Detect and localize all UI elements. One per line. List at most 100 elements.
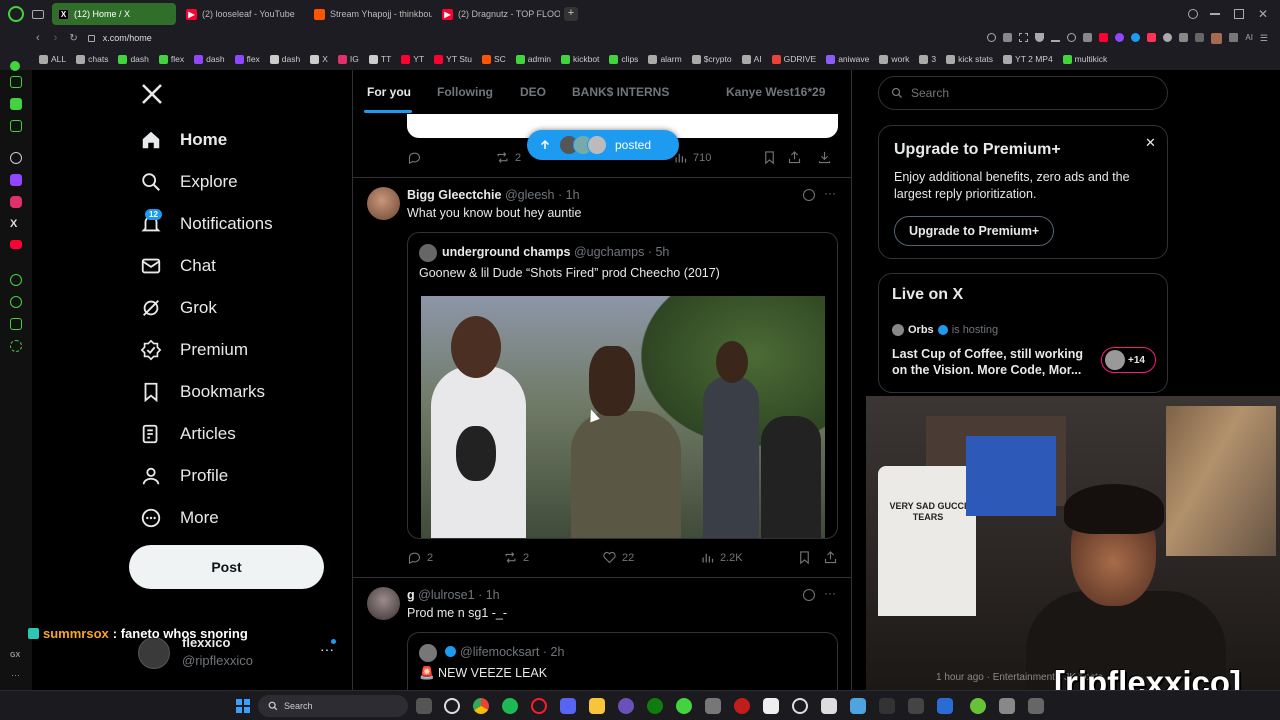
search-tabs-icon[interactable]: [1187, 9, 1198, 19]
bookmark-button[interactable]: [797, 550, 812, 565]
grok-action-icon[interactable]: [803, 189, 815, 201]
nav-chat[interactable]: Chat: [140, 255, 216, 277]
download-button[interactable]: [817, 150, 832, 165]
app-icon-green-2[interactable]: [970, 698, 986, 714]
bookmark-item[interactable]: YT Stu: [429, 54, 477, 64]
author-name[interactable]: Bigg Gleectchie: [407, 188, 501, 202]
bookmark-item[interactable]: flex: [230, 54, 265, 64]
heart-icon[interactable]: [1067, 32, 1077, 42]
search-box[interactable]: [878, 76, 1168, 110]
tab-16-29[interactable]: 16*29: [794, 85, 825, 99]
audio-icon[interactable]: [879, 698, 895, 714]
bookmark-item[interactable]: dash: [113, 54, 153, 64]
nav-articles[interactable]: Articles: [140, 423, 236, 445]
bookmark-item[interactable]: dash: [189, 54, 229, 64]
back-icon[interactable]: ‹: [36, 32, 40, 44]
share-button[interactable]: [787, 150, 802, 165]
author-name[interactable]: g: [407, 588, 415, 602]
opera-taskbar-icon[interactable]: [531, 698, 547, 714]
pin-icon[interactable]: [1003, 32, 1013, 42]
app-icon-gray-3[interactable]: [1028, 698, 1044, 714]
notepad-icon[interactable]: [850, 698, 866, 714]
ext-icon-3[interactable]: [1115, 32, 1125, 42]
task-view-icon[interactable]: [416, 698, 432, 714]
app-icon-gray-2[interactable]: [999, 698, 1015, 714]
nav-grok[interactable]: Grok: [140, 297, 217, 319]
spotify-icon[interactable]: [502, 698, 518, 714]
shield-icon[interactable]: [1035, 32, 1045, 42]
ext-icon-8[interactable]: [1195, 32, 1205, 42]
bookmark-item[interactable]: alarm: [643, 54, 686, 64]
bookmark-item[interactable]: chats: [71, 54, 113, 64]
app-icon-green[interactable]: [676, 698, 692, 714]
app-icon-white[interactable]: [821, 698, 837, 714]
reply-button[interactable]: 2: [407, 550, 433, 565]
nav-profile[interactable]: Profile: [140, 465, 228, 487]
app-icon-gray[interactable]: [705, 698, 721, 714]
bookmark-item[interactable]: X: [305, 54, 333, 64]
post-button[interactable]: Post: [129, 545, 324, 589]
bookmark-item[interactable]: dash: [265, 54, 305, 64]
app-icon-blue[interactable]: [937, 698, 953, 714]
live-host-row[interactable]: Orbs is hosting: [892, 324, 998, 336]
nav-premium[interactable]: Premium: [140, 339, 248, 361]
screenshot-icon[interactable]: [1019, 32, 1029, 42]
more-options-icon[interactable]: ···: [824, 186, 836, 200]
live-description[interactable]: Last Cup of Coffee, still working on the…: [892, 346, 1088, 378]
ext-icon-2[interactable]: [1099, 32, 1109, 42]
file-explorer-icon[interactable]: [589, 698, 605, 714]
avatar[interactable]: [367, 587, 400, 620]
youtube-icon[interactable]: [10, 240, 22, 249]
tab-banks-interns[interactable]: BANK$ INTERNS: [572, 85, 669, 99]
account-switcher[interactable]: flexxico @ripflexxico ···: [138, 635, 338, 675]
instagram-icon[interactable]: [10, 196, 22, 208]
x-logo-icon[interactable]: [140, 82, 164, 106]
forward-icon[interactable]: ›: [54, 32, 58, 44]
history-icon[interactable]: [10, 296, 22, 308]
download-arrow-icon[interactable]: [1229, 32, 1239, 42]
ext-icon-6[interactable]: [1163, 32, 1173, 42]
tweet[interactable]: Bigg Gleectchie @gleesh · 1h ··· What yo…: [353, 178, 851, 578]
xbox-icon[interactable]: [647, 698, 663, 714]
minimize-button[interactable]: [1209, 13, 1220, 15]
like-button[interactable]: 22: [602, 550, 634, 565]
taskbar-search[interactable]: Search: [258, 695, 408, 717]
tab-youtube-looseleaf[interactable]: ▶ (2) looseleaf - YouTube: [180, 3, 304, 25]
nav-bookmarks[interactable]: Bookmarks: [140, 381, 265, 403]
retweet-button[interactable]: 2: [503, 550, 529, 565]
sidebar-icon-3[interactable]: [10, 120, 22, 132]
bookmark-item[interactable]: kick stats: [941, 54, 998, 64]
bookmark-item[interactable]: SC: [477, 54, 511, 64]
share-button[interactable]: [823, 550, 838, 565]
tweet[interactable]: g @lulrose1 · 1h ··· Prod me n sg1 -_- @…: [353, 578, 851, 690]
quoted-tweet[interactable]: underground champs @ugchamps · 5h Goonew…: [407, 232, 838, 539]
bookmark-item[interactable]: TT: [364, 54, 396, 64]
settings-icon[interactable]: [10, 340, 22, 352]
zoom-icon[interactable]: [987, 32, 997, 42]
obs-icon[interactable]: [618, 698, 634, 714]
app-icon-dark[interactable]: [908, 698, 924, 714]
bookmark-item[interactable]: GDRIVE: [767, 54, 822, 64]
live-listeners-badge[interactable]: +14: [1101, 347, 1156, 373]
search-input[interactable]: [911, 86, 1131, 100]
profile-avatar[interactable]: [1211, 32, 1223, 44]
close-window-button[interactable]: ✕: [1258, 7, 1268, 21]
url-text[interactable]: x.com/home: [103, 33, 152, 43]
more-options-icon[interactable]: ···: [824, 586, 836, 600]
gx-corner-icon[interactable]: [10, 61, 20, 71]
ai-icon[interactable]: AI: [1245, 33, 1253, 44]
bookmark-item[interactable]: $crypto: [687, 54, 737, 64]
bookmark-item[interactable]: multikick: [1058, 54, 1113, 64]
views-button[interactable]: 2.2K: [700, 550, 743, 565]
bookmark-item[interactable]: AI: [737, 54, 767, 64]
post-time[interactable]: · 1h: [478, 588, 500, 602]
extensions-icon[interactable]: [10, 318, 22, 330]
post-time[interactable]: · 1h: [558, 188, 580, 202]
quoted-tweet[interactable]: @lifemocksart · 2h 🚨 NEW VEEZE LEAK: [407, 632, 838, 690]
upgrade-premium-button[interactable]: Upgrade to Premium+: [894, 216, 1055, 246]
views-button[interactable]: 710: [673, 150, 711, 165]
ext-icon-7[interactable]: [1179, 32, 1189, 42]
bookmark-item[interactable]: ALL: [34, 54, 71, 64]
ext-icon-1[interactable]: [1083, 32, 1093, 42]
maximize-button[interactable]: [1233, 9, 1244, 19]
